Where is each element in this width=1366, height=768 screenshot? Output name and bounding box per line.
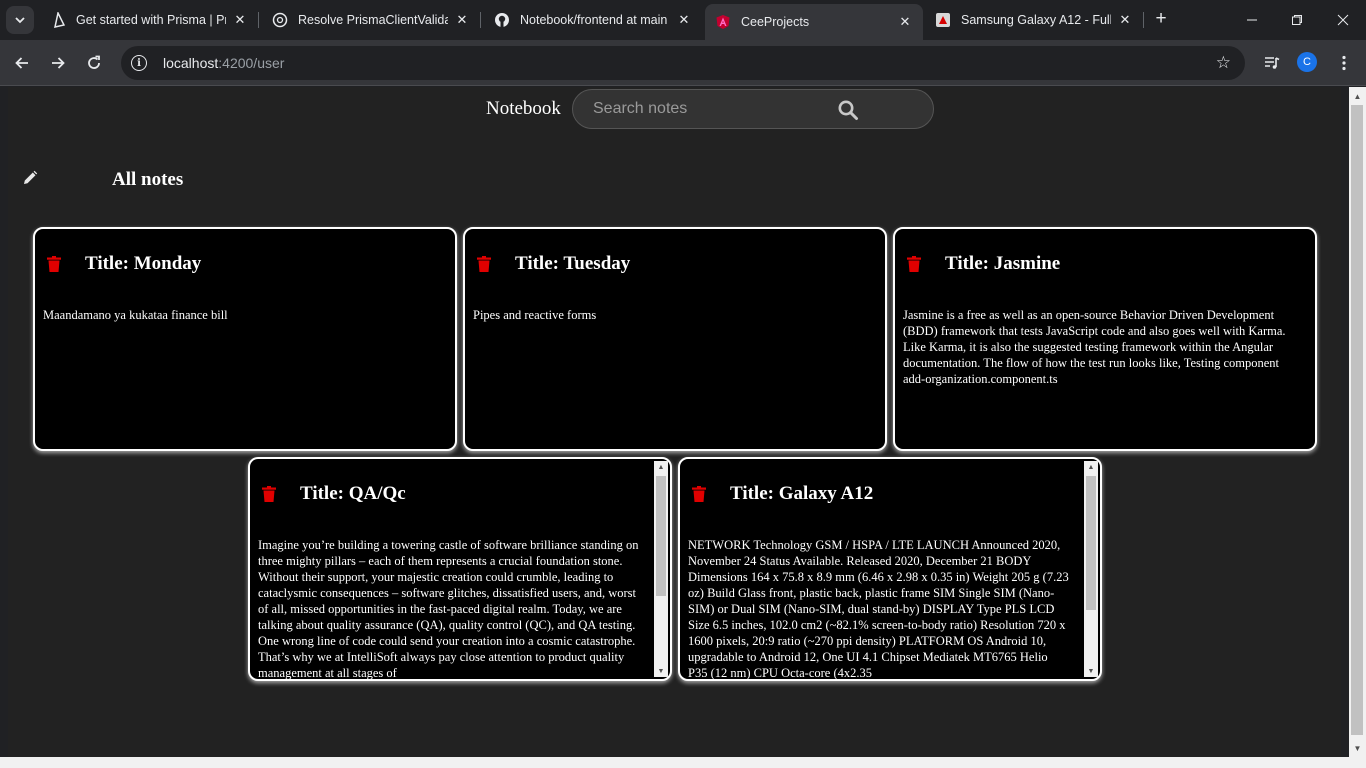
- tab-ceeprojects[interactable]: CeeProjects ✕: [705, 4, 923, 40]
- url-path: :4200/user: [218, 55, 285, 71]
- pencil-icon[interactable]: [22, 170, 38, 186]
- note-title: Title: Galaxy A12: [730, 483, 874, 504]
- gsmarena-icon: [935, 12, 951, 28]
- tab-label: Resolve PrismaClientValidationError: [298, 13, 448, 27]
- minimize-button[interactable]: [1239, 8, 1265, 32]
- tab-gsmarena[interactable]: Samsung Galaxy A12 - Full phone specific…: [925, 4, 1143, 36]
- arrow-left-icon: [15, 57, 28, 69]
- tab-label: CeeProjects: [741, 15, 810, 29]
- chatgpt-icon: [272, 12, 288, 28]
- note-card[interactable]: Title: QA/Qc Imagine you’re building a t…: [248, 457, 672, 681]
- trash-icon[interactable]: [907, 256, 921, 272]
- more-vertical-icon: [1342, 55, 1346, 71]
- trash-icon[interactable]: [692, 486, 706, 502]
- tab-prisma[interactable]: Get started with Prisma | Prisma ✕: [40, 4, 258, 36]
- trash-icon[interactable]: [477, 256, 491, 272]
- back-button[interactable]: [10, 51, 34, 75]
- brand-title: Notebook: [486, 98, 561, 119]
- close-icon[interactable]: ✕: [676, 12, 692, 28]
- search-bar[interactable]: [572, 89, 934, 129]
- close-icon[interactable]: ✕: [897, 14, 913, 30]
- scroll-up-arrow-icon[interactable]: ▲: [1349, 89, 1366, 103]
- note-body: NETWORK Technology GSM / HSPA / LTE LAUN…: [688, 538, 1069, 680]
- note-card: Title: Monday Maandamano ya kukataa fina…: [33, 227, 457, 451]
- plus-icon: +: [1155, 8, 1167, 29]
- site-info-icon[interactable]: i: [131, 55, 147, 71]
- note-title: Title: Jasmine: [945, 253, 1061, 274]
- scrollbar-thumb[interactable]: [656, 476, 666, 596]
- scrollbar-thumb[interactable]: [1351, 105, 1363, 735]
- note-card[interactable]: Title: Galaxy A12 NETWORK Technology GSM…: [678, 457, 1102, 681]
- scroll-down-arrow-icon[interactable]: ▼: [1349, 741, 1366, 755]
- angular-icon: [715, 14, 731, 30]
- page-viewport: Notebook All notes Title: Monday Maandam…: [8, 87, 1341, 757]
- horizontal-scroll-track: [0, 757, 1366, 768]
- bookmark-star-icon[interactable]: ☆: [1216, 53, 1231, 73]
- tab-divider: [258, 12, 259, 28]
- new-tab-button[interactable]: +: [1150, 8, 1172, 30]
- reload-icon: [88, 55, 100, 69]
- queue-music-icon: [1265, 57, 1280, 69]
- address-url[interactable]: localhost:4200/user: [163, 55, 284, 71]
- tab-divider: [480, 12, 481, 28]
- card-scrollbar[interactable]: ▲ ▼: [1084, 461, 1098, 677]
- minimize-icon: [1247, 19, 1257, 21]
- trash-icon[interactable]: [262, 486, 276, 502]
- profile-avatar[interactable]: C: [1297, 52, 1317, 72]
- note-title: Title: Monday: [85, 253, 202, 274]
- search-icon[interactable]: [837, 99, 859, 121]
- close-icon[interactable]: ✕: [1117, 12, 1133, 28]
- scroll-down-arrow-icon[interactable]: ▼: [654, 665, 668, 677]
- restore-button[interactable]: [1284, 8, 1310, 32]
- trash-icon[interactable]: [47, 256, 61, 272]
- browser-menu-button[interactable]: [1332, 51, 1356, 75]
- note-body: Imagine you’re building a towering castl…: [258, 538, 639, 680]
- close-icon[interactable]: ✕: [454, 12, 470, 28]
- tab-github[interactable]: Notebook/frontend at main ✕: [484, 4, 702, 36]
- chevron-down-icon: [15, 17, 25, 24]
- section-title: All notes: [112, 169, 184, 190]
- page-scrollbar[interactable]: ▲ ▼: [1349, 87, 1366, 757]
- forward-button[interactable]: [46, 51, 70, 75]
- note-body: Pipes and reactive forms: [473, 308, 597, 322]
- media-control-button[interactable]: [1260, 51, 1284, 75]
- prisma-icon: [50, 12, 66, 28]
- tab-label: Samsung Galaxy A12 - Full phone specific…: [961, 13, 1111, 27]
- browser-toolbar: i localhost:4200/user ☆: [0, 40, 1366, 86]
- github-icon: [494, 12, 510, 28]
- tab-chatgpt[interactable]: Resolve PrismaClientValidationError ✕: [262, 4, 480, 36]
- tab-strip: Get started with Prisma | Prisma ✕ Resol…: [0, 0, 1366, 40]
- scrollbar-thumb[interactable]: [1086, 476, 1096, 610]
- note-body: Jasmine is a free as well as an open-sou…: [903, 308, 1286, 386]
- scroll-up-arrow-icon[interactable]: ▲: [654, 461, 668, 473]
- note-card: Title: Tuesday Pipes and reactive forms: [463, 227, 887, 451]
- tab-divider: [1143, 12, 1144, 28]
- note-title: Title: Tuesday: [515, 253, 631, 274]
- url-host: localhost: [163, 55, 219, 71]
- note-card: Title: Jasmine Jasmine is a free as well…: [893, 227, 1317, 451]
- note-title: Title: QA/Qc: [300, 483, 406, 504]
- arrow-right-icon: [52, 57, 65, 69]
- close-icon: [1337, 14, 1349, 26]
- search-input[interactable]: [593, 98, 833, 120]
- note-body: Maandamano ya kukataa finance bill: [43, 308, 228, 322]
- close-window-button[interactable]: [1330, 8, 1356, 32]
- address-bar[interactable]: i localhost:4200/user ☆: [121, 46, 1245, 80]
- card-scrollbar[interactable]: ▲ ▼: [654, 461, 668, 677]
- restore-icon: [1292, 15, 1302, 25]
- scroll-down-arrow-icon[interactable]: ▼: [1084, 665, 1098, 677]
- tab-label: Notebook/frontend at main: [520, 13, 668, 27]
- tab-search-button[interactable]: [6, 6, 34, 34]
- close-icon[interactable]: ✕: [232, 12, 248, 28]
- scroll-up-arrow-icon[interactable]: ▲: [1084, 461, 1098, 473]
- tab-label: Get started with Prisma | Prisma: [76, 13, 226, 27]
- reload-button[interactable]: [82, 51, 106, 75]
